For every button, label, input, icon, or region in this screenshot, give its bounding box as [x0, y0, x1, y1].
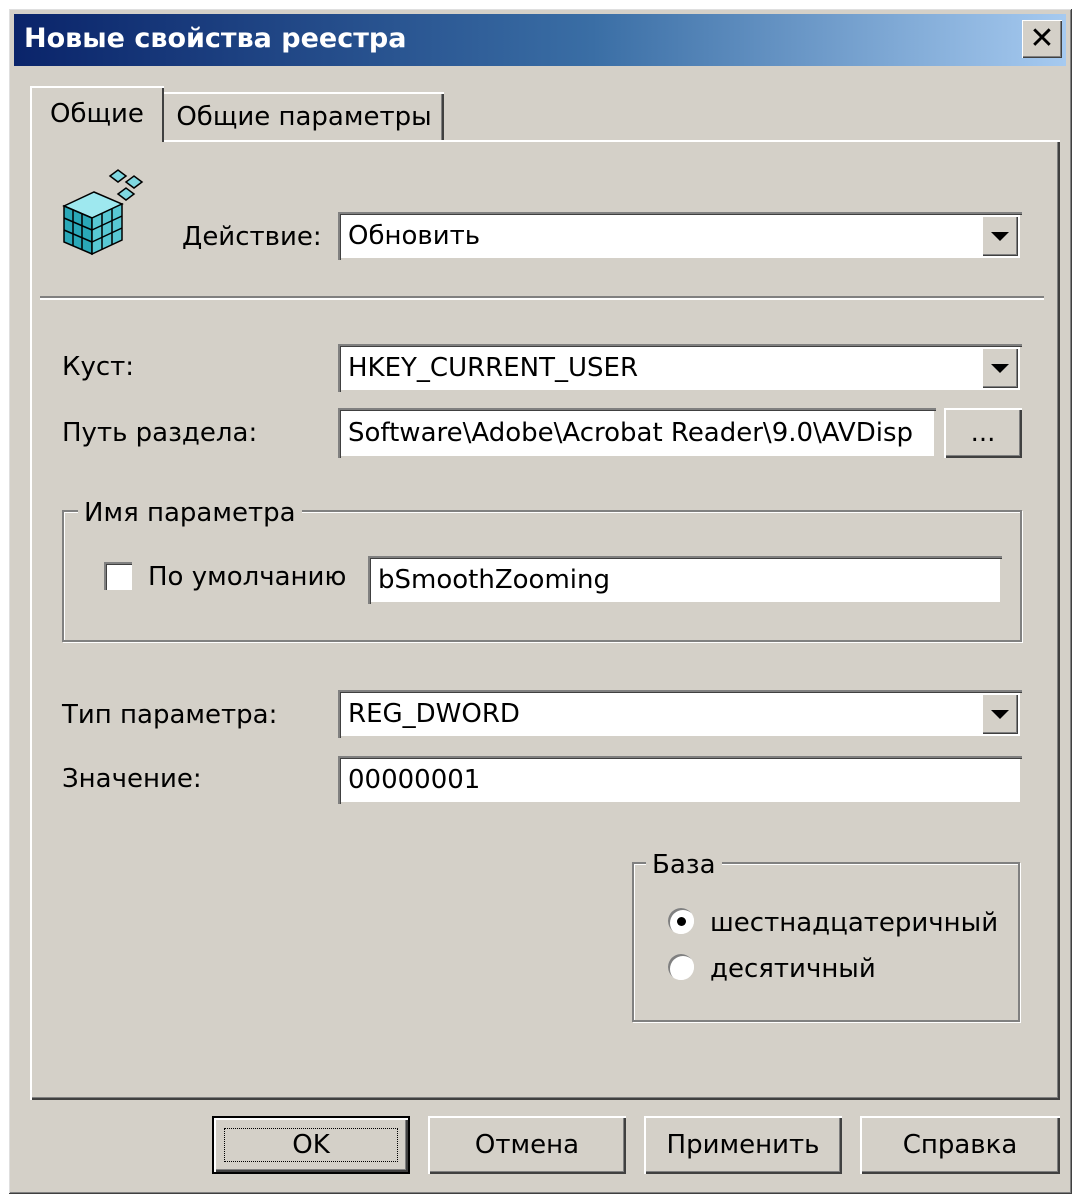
- value-type-combobox[interactable]: REG_DWORD: [338, 690, 1022, 738]
- value-data-input[interactable]: 00000001: [338, 756, 1022, 804]
- radio-selected-dot: [677, 917, 686, 926]
- hex-radio[interactable]: [668, 908, 694, 934]
- hex-radio-label[interactable]: шестнадцатеричный: [710, 908, 998, 938]
- base-group: [632, 862, 1020, 1022]
- action-value: Обновить: [348, 221, 481, 251]
- value-type-label: Тип параметра:: [62, 700, 278, 730]
- hive-label: Куст:: [62, 352, 135, 382]
- value-name-input[interactable]: bSmoothZooming: [368, 556, 1002, 604]
- value-name-text: bSmoothZooming: [378, 565, 610, 595]
- action-label: Действие:: [182, 222, 322, 252]
- hive-dropdown-button[interactable]: [982, 348, 1018, 388]
- chevron-down-icon: [991, 231, 1009, 241]
- apply-button-label: Применить: [666, 1130, 820, 1160]
- default-checkbox-label[interactable]: По умолчанию: [148, 562, 346, 592]
- value-data-text: 00000001: [348, 765, 481, 795]
- base-group-title: База: [646, 850, 722, 880]
- action-combobox[interactable]: Обновить: [338, 212, 1022, 260]
- focus-rect: [224, 1128, 398, 1162]
- key-path-input[interactable]: Software\Adobe\Acrobat Reader\9.0\AVDisp: [338, 408, 936, 458]
- ok-button[interactable]: OK: [212, 1116, 410, 1174]
- cancel-button[interactable]: Отмена: [428, 1116, 626, 1174]
- key-path-label: Путь раздела:: [62, 418, 258, 448]
- apply-button[interactable]: Применить: [644, 1116, 842, 1174]
- value-type-dropdown-button[interactable]: [982, 694, 1018, 734]
- cancel-button-label: Отмена: [474, 1130, 580, 1160]
- separator: [40, 296, 1044, 300]
- value-type-text: REG_DWORD: [348, 699, 520, 729]
- browse-button[interactable]: ...: [944, 408, 1022, 458]
- help-button-label: Справка: [902, 1130, 1018, 1160]
- chevron-down-icon: [991, 363, 1009, 373]
- browse-button-label: ...: [970, 418, 996, 448]
- decimal-radio[interactable]: [668, 954, 694, 980]
- hive-combobox[interactable]: HKEY_CURRENT_USER: [338, 344, 1022, 392]
- action-dropdown-button[interactable]: [982, 216, 1018, 256]
- value-label: Значение:: [62, 764, 202, 794]
- default-checkbox[interactable]: [104, 562, 132, 590]
- value-name-group-title: Имя параметра: [78, 498, 302, 528]
- help-button[interactable]: Справка: [860, 1116, 1060, 1174]
- decimal-radio-label[interactable]: десятичный: [710, 954, 876, 984]
- hive-value: HKEY_CURRENT_USER: [348, 353, 639, 383]
- registry-cubes-icon: [60, 166, 152, 258]
- chevron-down-icon: [991, 709, 1009, 719]
- key-path-value: Software\Adobe\Acrobat Reader\9.0\AVDisp: [348, 418, 914, 448]
